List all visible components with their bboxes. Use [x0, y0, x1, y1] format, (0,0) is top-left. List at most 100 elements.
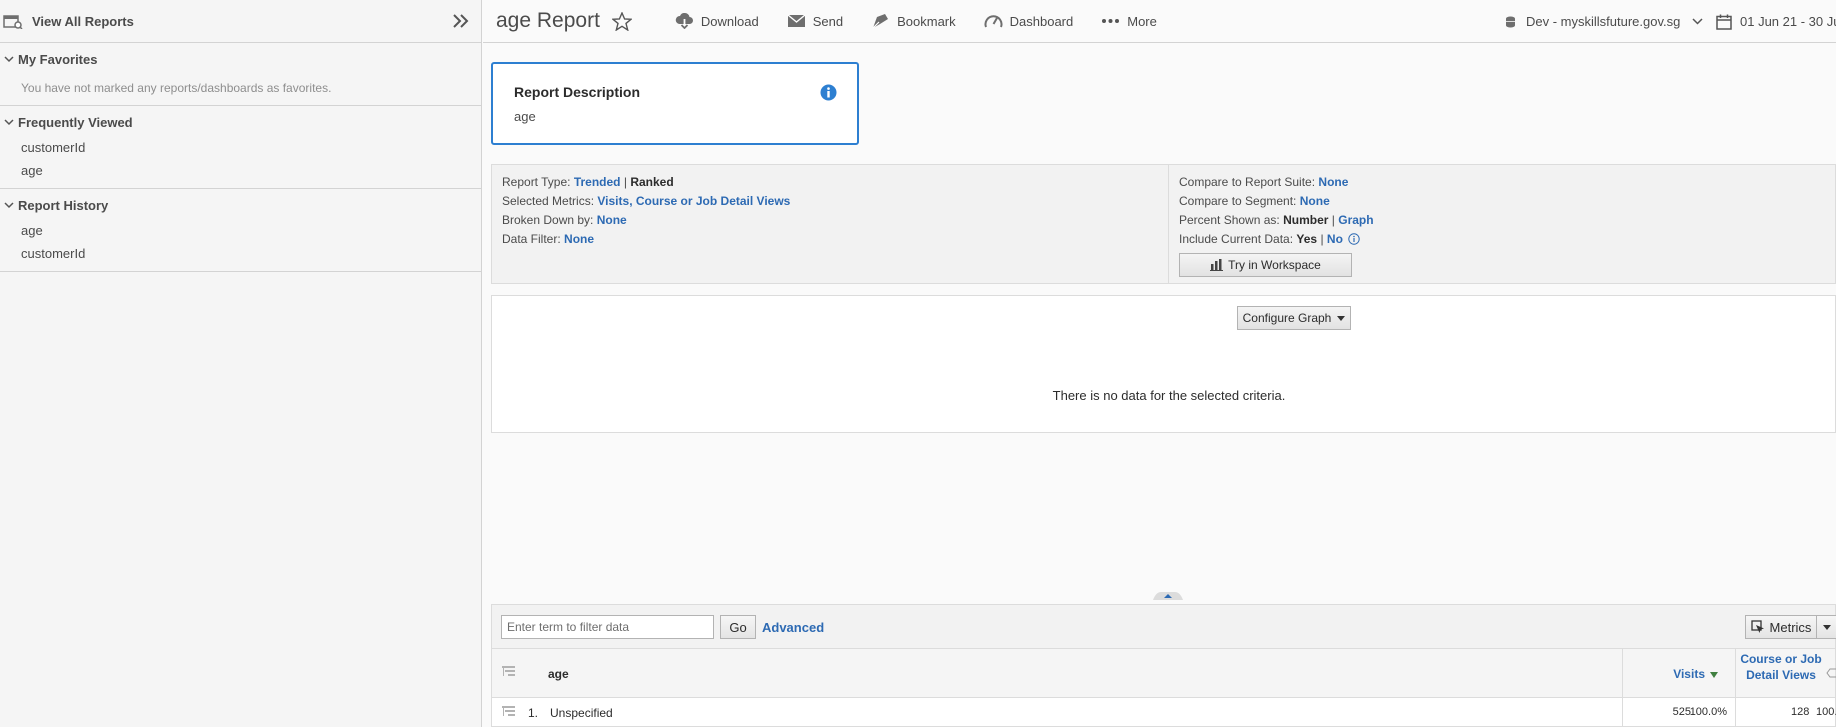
column-header-visits[interactable]: Visits — [1673, 667, 1718, 681]
try-in-workspace-button[interactable]: Try in Workspace — [1179, 253, 1352, 277]
broken-down-link[interactable]: None — [597, 213, 627, 227]
report-description-title: Report Description — [514, 84, 641, 100]
database-icon — [1506, 16, 1515, 27]
visits-header-label: Visits — [1673, 667, 1705, 681]
more-icon — [1102, 19, 1120, 23]
compare-segment-link[interactable]: None — [1300, 194, 1330, 208]
page-title: age Report — [496, 9, 600, 32]
report-description-text: age — [514, 109, 536, 124]
column-course-job-views: Course or Job Detail Views — [1735, 649, 1836, 697]
tag-icon[interactable] — [1826, 667, 1836, 681]
gauge-icon — [984, 14, 1003, 27]
filter-input[interactable] — [501, 615, 714, 639]
views-value: 128 — [1791, 706, 1810, 718]
chevron-down-icon — [0, 119, 18, 126]
separator: | — [1331, 213, 1335, 227]
history-section: Report History age customerId — [0, 189, 481, 272]
views-percent: 100.0% — [1816, 706, 1836, 718]
dashboard-button[interactable]: Dashboard — [984, 13, 1074, 30]
favorites-empty-text: You have not marked any reports/dashboar… — [21, 81, 332, 95]
panel-splitter-handle[interactable] — [1153, 589, 1183, 600]
report-settings-right: Compare to Report Suite: None Compare to… — [1179, 173, 1374, 277]
selected-metrics-label: Selected Metrics: — [502, 194, 595, 208]
separator: | — [623, 175, 627, 189]
visits-percent: 100.0% — [1689, 706, 1727, 718]
caret-down-icon — [1337, 315, 1346, 321]
configure-graph-label: Configure Graph — [1242, 311, 1332, 325]
send-button[interactable]: Send — [787, 14, 843, 29]
metrics-dropdown-button[interactable] — [1816, 615, 1836, 639]
envelope-icon — [787, 14, 806, 27]
column-header-age: age — [548, 667, 569, 681]
ranked-value: Ranked — [630, 175, 674, 189]
caret-down-icon — [1823, 624, 1831, 630]
trended-link[interactable]: Trended — [574, 175, 621, 189]
more-button[interactable]: More — [1101, 14, 1157, 29]
visits-value: 525 — [1672, 706, 1691, 718]
include-current-label: Include Current Data: — [1179, 232, 1294, 246]
frequent-toggle[interactable]: Frequently Viewed — [0, 115, 481, 130]
download-label: Download — [700, 13, 759, 29]
date-range-selector[interactable]: 01 Jun 21 - 30 Jun 21 — [1716, 0, 1836, 43]
more-label: More — [1127, 13, 1157, 29]
percent-number-value: Number — [1283, 213, 1329, 227]
sidebar: View All Reports My Favorites You have n… — [0, 0, 482, 727]
visits-cell: 525 100.0% — [1622, 698, 1734, 726]
info-circle-icon[interactable] — [1348, 233, 1360, 245]
data-filter-label: Data Filter: — [502, 232, 561, 246]
configure-graph-button[interactable]: Configure Graph — [1237, 306, 1351, 330]
separator: | — [1320, 232, 1324, 246]
view-all-reports-link[interactable]: View All Reports — [32, 14, 449, 29]
collapse-sidebar-icon[interactable] — [449, 9, 473, 33]
data-filter-row: Data Filter: None — [502, 230, 790, 249]
table-row[interactable]: 1. Unspecified 525 100.0% 128 100.0% — [491, 698, 1836, 727]
report-settings-panel: Report Type: Trended | Ranked Selected M… — [491, 164, 1836, 284]
download-button[interactable]: Download — [675, 13, 759, 29]
report-description-card: Report Description age — [491, 62, 859, 145]
sort-descending-icon — [1710, 671, 1718, 678]
bookmark-button[interactable]: Bookmark — [871, 13, 956, 30]
data-filter-link[interactable]: None — [564, 232, 594, 246]
include-current-no-link[interactable]: No — [1327, 232, 1343, 246]
send-label: Send — [812, 13, 844, 29]
report-type-label: Report Type: — [502, 175, 571, 189]
bookmark-label: Bookmark — [897, 13, 956, 29]
report-type-row: Report Type: Trended | Ranked — [502, 173, 790, 192]
history-item-age[interactable]: age — [21, 223, 481, 238]
course-job-views-cell: 128 100.0% — [1735, 698, 1836, 726]
star-icon[interactable] — [611, 11, 632, 31]
row-label[interactable]: Unspecified — [550, 706, 613, 720]
chevron-down-icon — [1692, 18, 1703, 25]
breakdown-icon[interactable] — [502, 706, 515, 721]
info-icon[interactable] — [820, 84, 837, 104]
advanced-link[interactable]: Advanced — [762, 620, 824, 635]
broken-down-label: Broken Down by: — [502, 213, 594, 227]
compare-suite-link[interactable]: None — [1318, 175, 1348, 189]
report-suite-label: Dev - myskillsfuture.gov.sg — [1526, 14, 1681, 29]
cursor-select-icon — [1750, 620, 1764, 633]
breakdown-icon[interactable] — [502, 666, 515, 681]
report-suite-selector[interactable]: Dev - myskillsfuture.gov.sg — [1505, 0, 1713, 43]
report-settings-left: Report Type: Trended | Ranked Selected M… — [502, 173, 790, 249]
history-item-customerid[interactable]: customerId — [21, 246, 481, 261]
metrics-label: Metrics — [1769, 619, 1812, 635]
frequent-item-customerid[interactable]: customerId — [21, 140, 481, 155]
percent-graph-link[interactable]: Graph — [1338, 213, 1373, 227]
compare-suite-label: Compare to Report Suite: — [1179, 175, 1316, 189]
frequent-item-age[interactable]: age — [21, 163, 481, 178]
column-header-course-job-views[interactable]: Course or Job Detail Views — [1736, 651, 1826, 683]
chevron-down-icon — [0, 202, 18, 209]
date-range-label: 01 Jun 21 - 30 Jun 21 — [1740, 14, 1836, 29]
percent-shown-row: Percent Shown as: Number | Graph — [1179, 211, 1374, 230]
frequent-section: Frequently Viewed customerId age — [0, 106, 481, 189]
dashboard-label: Dashboard — [1009, 13, 1074, 29]
workspace-icon — [1210, 259, 1224, 271]
reports-icon — [2, 12, 24, 30]
table-toolbar: Go Advanced Metrics — [491, 604, 1836, 648]
no-data-message: There is no data for the selected criter… — [1052, 388, 1286, 403]
history-toggle[interactable]: Report History — [0, 198, 481, 213]
go-button[interactable]: Go — [720, 615, 756, 639]
selected-metrics-link[interactable]: Visits, Course or Job Detail Views — [597, 194, 790, 208]
favorites-toggle[interactable]: My Favorites — [0, 52, 481, 67]
metrics-button[interactable]: Metrics — [1745, 615, 1817, 639]
